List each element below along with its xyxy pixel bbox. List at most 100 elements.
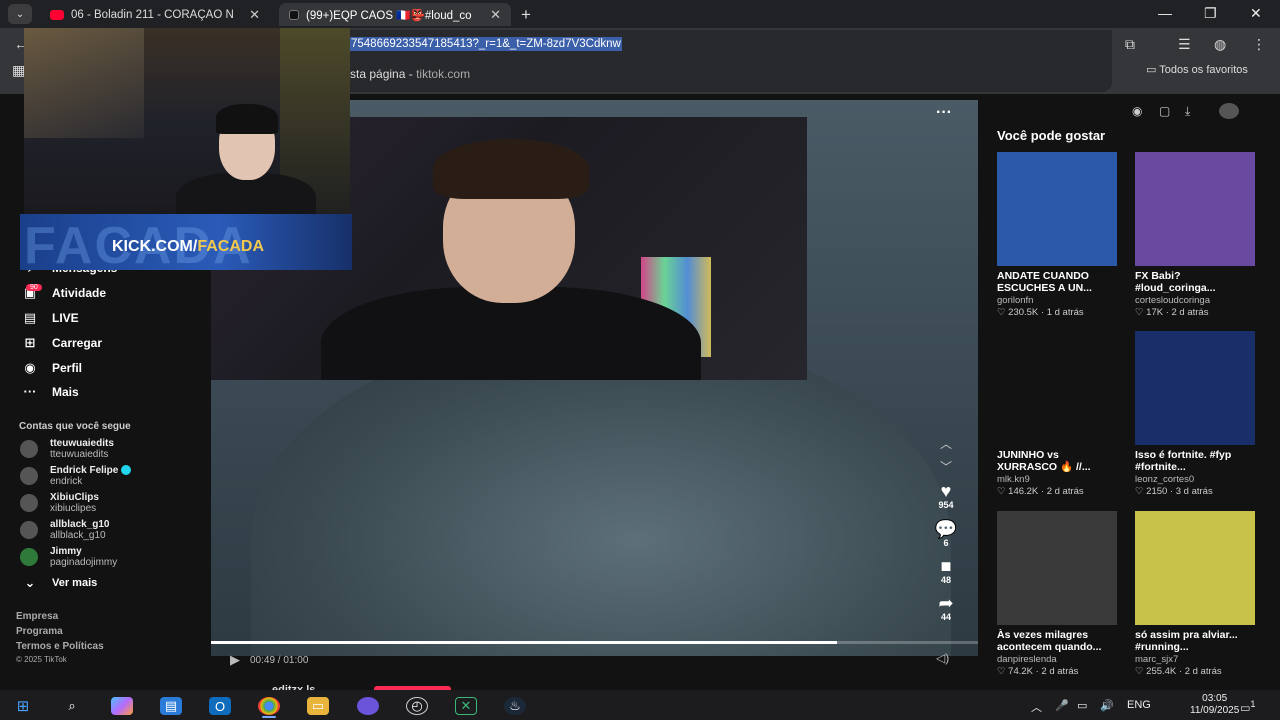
video-thumbnail (997, 511, 1117, 625)
like-button[interactable]: ♥ 954 (930, 482, 962, 510)
footer-link[interactable]: Empresa (16, 611, 58, 622)
minimize-icon[interactable]: — (1158, 5, 1172, 21)
live-tv-icon: ▤ (23, 310, 37, 325)
taskbar-clock[interactable]: 03:05 11/09/2025 (1190, 693, 1239, 717)
recommend-card[interactable]: ANDATE CUANDO ESCUCHES A UN... gorilonfn… (997, 152, 1117, 318)
following-account[interactable]: allblack_g10 allblack_g10 (20, 519, 109, 541)
card-author: gorilonfn (997, 295, 1034, 306)
media-control-icon[interactable]: ☰ (1178, 36, 1191, 53)
tray-chevron-icon[interactable]: ︿ (1031, 699, 1042, 715)
card-meta: ♡ 2150 · 3 d atrás (1135, 486, 1213, 497)
tab-tiktok[interactable]: (99+)EQP CAOS 🇫🇷👺#loud_co ✕ (279, 3, 511, 26)
volume-icon[interactable]: ◁) (936, 651, 949, 665)
chrome-icon[interactable] (258, 697, 280, 715)
account-handle: paginadojimmy (50, 557, 118, 568)
extensions-icon[interactable]: ⧉ (1125, 36, 1135, 53)
card-caption: Isso é fortnite. #fyp #fortnite... (1135, 449, 1232, 473)
video-thumbnail (997, 152, 1117, 266)
following-account[interactable]: Endrick Felipe endrick (20, 465, 132, 487)
file-explorer-icon[interactable]: ▭ (307, 697, 329, 715)
ellipsis-icon: ··· (23, 384, 37, 399)
share-button[interactable]: ➦ 44 (930, 594, 962, 622)
card-caption: ANDATE CUANDO ESCUCHES A UN... (997, 270, 1092, 294)
windows-start-icon[interactable]: ⊞ (12, 697, 34, 715)
card-meta: ♡ 17K · 2 d atrás (1135, 307, 1209, 318)
video-progress-bar[interactable] (211, 641, 978, 644)
folder-icon: ▭ (1146, 64, 1157, 76)
card-author: marc_sjx7 (1135, 654, 1179, 665)
comment-icon: 💬 (934, 519, 958, 539)
close-tab-icon[interactable]: ✕ (249, 7, 260, 23)
account-name: tteuwuaiedits (50, 438, 114, 449)
save-button[interactable]: ■ 48 (930, 557, 962, 585)
comment-button[interactable]: 💬 6 (930, 520, 962, 548)
avatar (20, 440, 38, 458)
recommend-card[interactable]: Às vezes milagres acontecem quando... da… (997, 511, 1117, 677)
video-thumbnail (1135, 511, 1255, 625)
recommend-card[interactable]: JUNINHO vs XURRASCO 🔥 //... mlk.kn9 ♡ 14… (997, 331, 1117, 497)
following-account[interactable]: Jimmy paginadojimmy (20, 546, 117, 568)
language-indicator[interactable]: ENG (1127, 699, 1151, 711)
sidebar-item-profile[interactable]: ◉ Perfil (20, 360, 82, 376)
tab-title: 06 - Boladin 211 - CORAÇÃO N (71, 8, 234, 21)
account-handle: xibiuclipes (50, 503, 97, 514)
speaker-icon[interactable]: 🔊 (1100, 699, 1114, 712)
restore-icon[interactable]: ❐ (1204, 5, 1217, 22)
chrome-profile-icon[interactable] (357, 697, 379, 715)
avatar (20, 494, 38, 512)
address-bar-url[interactable]: 7548669233547185413?_r=1&_t=ZM-8zd7V3Cdk… (350, 37, 622, 51)
recommend-card[interactable]: FX Babi? #loud_coringa... cortesloudcori… (1135, 152, 1255, 318)
card-meta: ♡ 230.5K · 1 d atrás (997, 307, 1084, 318)
footer-link[interactable]: Programa (16, 626, 63, 637)
tab-search-button[interactable]: ⌄ (8, 4, 32, 24)
bookmarks-folder[interactable]: ▭ Todos os favoritos (1146, 63, 1248, 76)
video-thumbnail (1135, 331, 1255, 445)
steam-icon[interactable]: ♨ (504, 697, 526, 715)
play-icon[interactable]: ▶ (230, 652, 240, 668)
menu-kebab-icon[interactable]: ⋮ (1252, 36, 1266, 53)
webcam-overlay (24, 28, 350, 214)
sidebar-item-upload[interactable]: ⊞ Carregar (20, 335, 102, 351)
omnibox-suggestion[interactable]: sta página - tiktok.com (350, 67, 470, 81)
see-more-button[interactable]: ⌄ Ver mais (20, 575, 98, 591)
tab-youtube[interactable]: 06 - Boladin 211 - CORAÇÃO N ✕ (40, 3, 270, 26)
outlook-icon[interactable]: O (209, 697, 231, 715)
network-icon[interactable]: ▭ (1077, 699, 1087, 712)
footer-link[interactable]: Termos e Políticas (16, 641, 104, 652)
recommend-card[interactable]: só assim pra alviar... #running... marc_… (1135, 511, 1255, 677)
download-icon[interactable]: ⤓ (1185, 104, 1190, 119)
store-icon[interactable]: ▤ (160, 697, 182, 715)
verified-icon (121, 465, 132, 476)
clock-date: 11/09/2025 (1190, 705, 1240, 716)
pip-icon[interactable]: ▢ (1159, 104, 1170, 118)
clock-time: 03:05 (1202, 693, 1228, 704)
profile-icon[interactable]: ◍ (1214, 36, 1226, 53)
eye-icon[interactable]: ◉ (1132, 104, 1142, 118)
following-account[interactable]: XibiuClips xibiuclipes (20, 492, 99, 514)
notification-icon[interactable]: ▭1 (1240, 699, 1256, 715)
excel-icon[interactable]: ✕ (455, 697, 477, 715)
sidebar-item-live[interactable]: ▤ LIVE (20, 310, 79, 326)
streamer-hair (216, 104, 278, 134)
active-app-indicator (262, 716, 276, 718)
next-video-button[interactable]: ﹀ (930, 458, 962, 476)
tiktok-icon (289, 9, 299, 20)
youtube-icon (50, 9, 64, 20)
prev-video-button[interactable]: ︿ (930, 435, 962, 453)
recommend-title: Você pode gostar (997, 128, 1106, 143)
search-icon[interactable]: ⌕ (61, 697, 83, 715)
like-count: 954 (938, 500, 954, 510)
sidebar-item-more[interactable]: ··· Mais (20, 384, 79, 399)
microphone-icon[interactable]: 🎤 (1055, 699, 1069, 712)
clock-app-icon[interactable]: ◴ (406, 697, 428, 715)
video-more-icon[interactable]: ··· (936, 104, 952, 122)
user-avatar[interactable] (1219, 103, 1239, 119)
recommend-card[interactable]: Isso é fortnite. #fyp #fortnite... leonz… (1135, 331, 1255, 497)
suggestion-domain: tiktok.com (416, 67, 471, 81)
following-account[interactable]: tteuwuaiedits tteuwuaiedits (20, 438, 114, 460)
card-author: leonz_cortes0 (1135, 474, 1195, 485)
close-tab-icon[interactable]: ✕ (490, 7, 501, 23)
close-window-icon[interactable]: ✕ (1250, 5, 1262, 22)
new-tab-button[interactable]: + (521, 5, 531, 25)
copilot-icon[interactable] (111, 697, 133, 715)
